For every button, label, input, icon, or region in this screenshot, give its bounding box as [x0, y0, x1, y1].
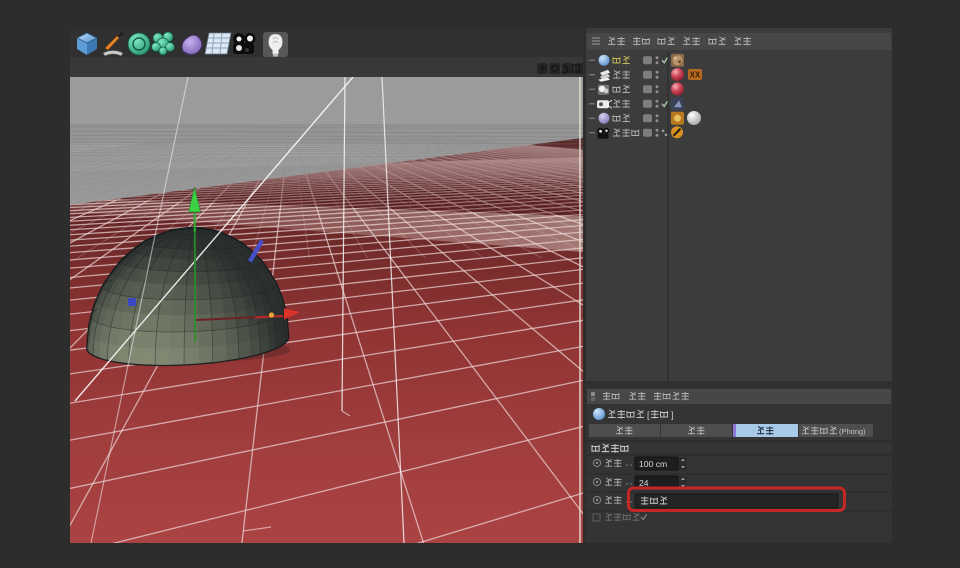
svg-text:]: ]	[671, 410, 674, 420]
svg-text:100 cm: 100 cm	[639, 459, 667, 469]
svg-text:(Phong): (Phong)	[839, 427, 866, 436]
svg-text:XX: XX	[690, 71, 701, 80]
